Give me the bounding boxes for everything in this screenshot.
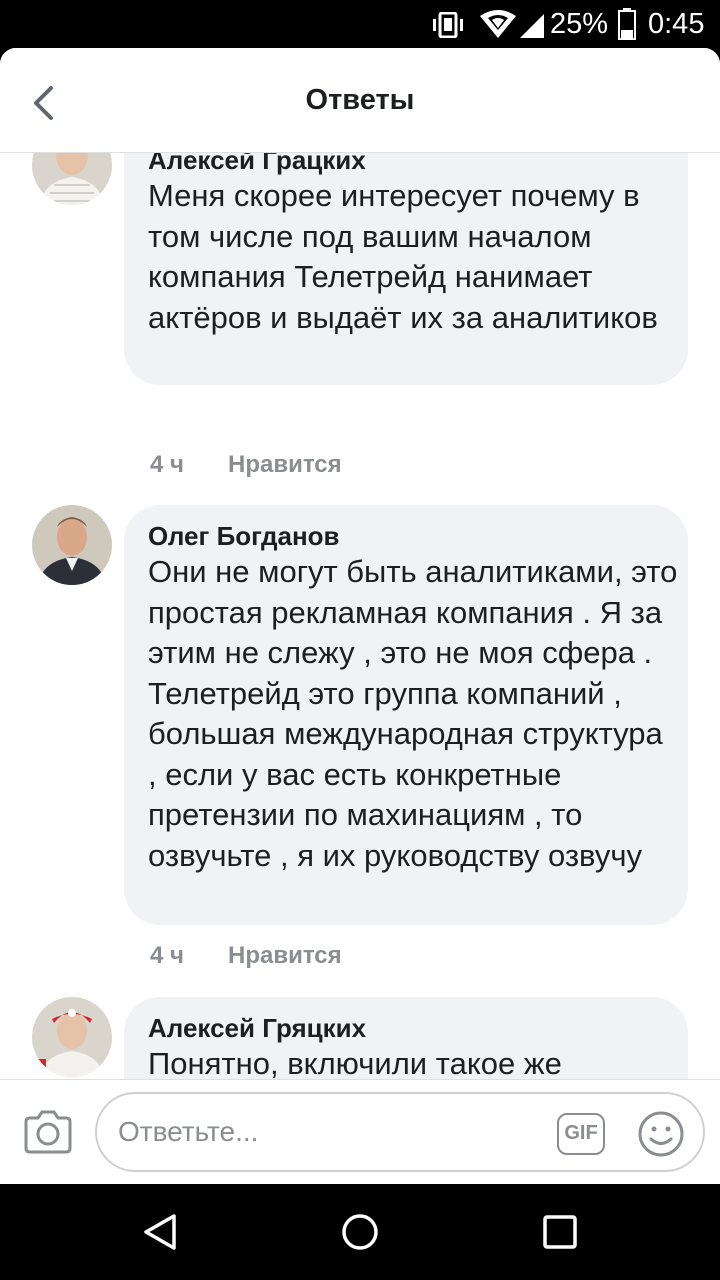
comment-text: Меня скорее интересует почему в том числ… [148, 178, 658, 335]
comment-time: 4 ч [150, 942, 184, 969]
reply-input[interactable]: Ответьте... GIF [95, 1092, 705, 1172]
nav-recents-button[interactable] [540, 1212, 580, 1252]
comment-bubble: Олег Богданов Они не могут быть аналитик… [124, 505, 688, 925]
comment-author[interactable]: Алексей Гряцких [148, 1013, 366, 1044]
camera-button[interactable] [22, 1108, 74, 1156]
back-triangle-icon [144, 1214, 176, 1250]
user-photo [32, 997, 112, 1077]
navigation-bar [0, 1184, 720, 1280]
comment-bubble: Алексей Грацких Меня скорее интересует п… [124, 153, 688, 385]
comment-text: Они не могут быть аналитиками, это прост… [148, 554, 678, 873]
comment-author[interactable]: Олег Богданов [148, 521, 340, 552]
signal-icon [520, 14, 544, 38]
user-photo [32, 505, 112, 585]
comment-text: Понятно, включили такое же блеяние, как … [148, 1046, 562, 1079]
battery-icon [618, 8, 636, 40]
recents-square-icon [543, 1215, 577, 1249]
reply-input-placeholder: Ответьте... [118, 1116, 259, 1147]
vibrate-icon [433, 12, 463, 38]
like-button[interactable]: Нравится [228, 451, 342, 479]
nav-home-button[interactable] [340, 1212, 380, 1252]
header: Ответы [0, 48, 720, 153]
battery-percent: 25% [550, 8, 609, 40]
comment-bubble: Алексей Гряцких Понятно, включили такое … [124, 997, 688, 1079]
gif-button[interactable]: GIF [557, 1113, 605, 1155]
nav-back-button[interactable] [140, 1212, 180, 1252]
comment-author[interactable]: Алексей Грацких [148, 153, 366, 176]
clock: 0:45 [648, 8, 705, 40]
wifi-icon [480, 10, 516, 38]
emoji-button[interactable] [637, 1110, 685, 1158]
user-photo [32, 153, 112, 205]
status-bar: 25% 0:45 [0, 0, 720, 48]
like-button[interactable]: Нравится [228, 942, 342, 970]
comment-time: 4 ч [150, 451, 184, 478]
camera-icon [24, 1110, 72, 1154]
comments-feed: Алексей Грацких Меня скорее интересует п… [0, 153, 720, 1079]
reply-composer: Ответьте... GIF [0, 1079, 720, 1184]
replies-sheet: Ответы Алексей Грацких Меня скорее интер… [0, 48, 720, 1184]
page-title: Ответы [305, 84, 415, 116]
avatar[interactable] [32, 505, 112, 585]
home-circle-icon [342, 1214, 378, 1250]
avatar[interactable] [32, 997, 112, 1077]
smiley-icon [638, 1111, 684, 1157]
avatar[interactable] [32, 153, 112, 205]
